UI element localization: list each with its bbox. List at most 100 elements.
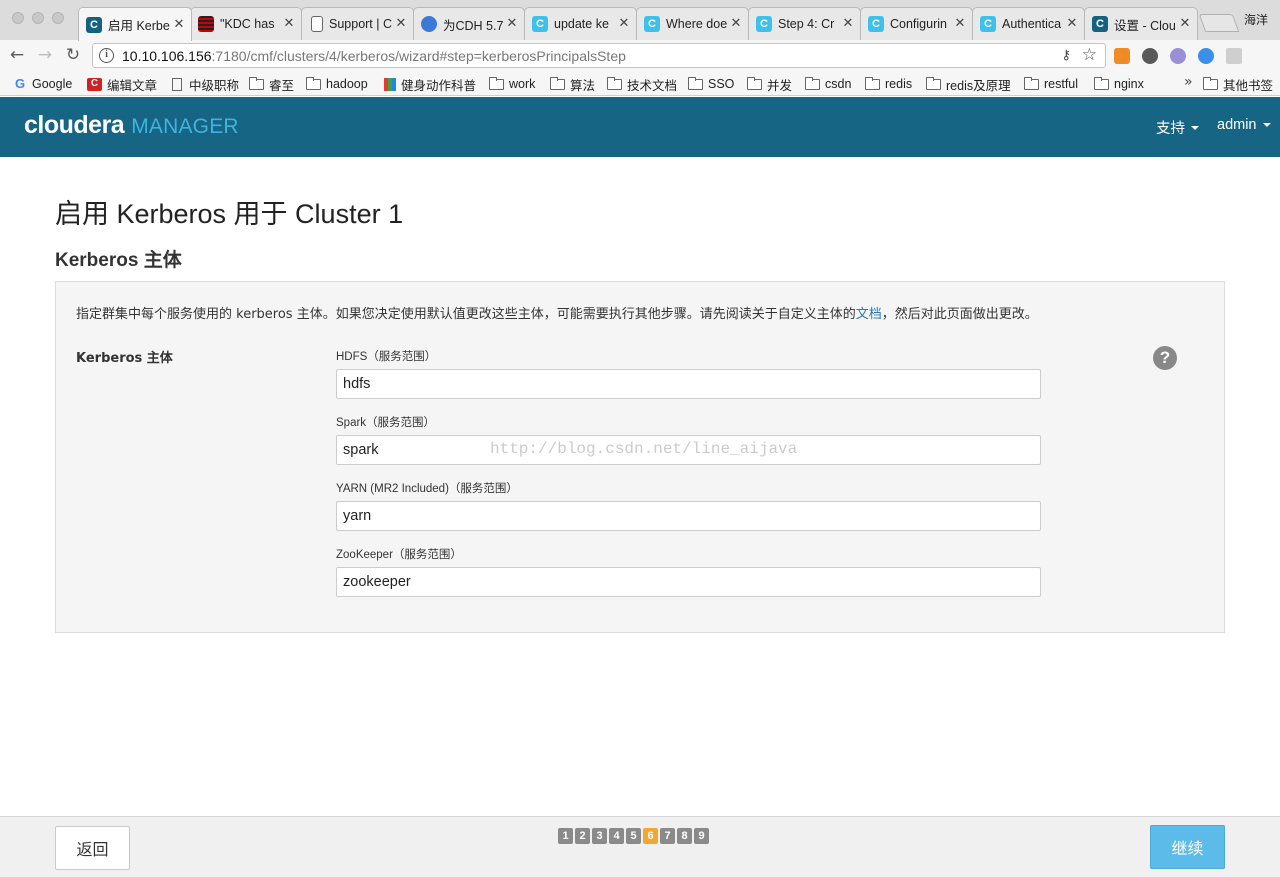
- cloudera-light-icon: C: [644, 16, 660, 32]
- cloudera-dark-icon: C: [1092, 16, 1108, 32]
- bookmark-folder[interactable]: hadoop: [306, 75, 368, 93]
- bookmark-label: 编辑文章: [107, 78, 158, 93]
- bookmark-label: SSO: [708, 77, 735, 91]
- hdfs-principal-input[interactable]: [336, 369, 1041, 399]
- browser-tab-step4[interactable]: C Step 4: Cr ✕: [748, 7, 861, 40]
- yarn-principal-input[interactable]: [336, 501, 1041, 531]
- bookmark-folder[interactable]: work: [489, 75, 535, 93]
- tab-title: "KDC has: [220, 17, 275, 31]
- browser-tab-where[interactable]: C Where doe ✕: [636, 7, 749, 40]
- back-arrow-icon[interactable]: ←: [6, 44, 28, 66]
- extension-icon[interactable]: [1114, 48, 1130, 64]
- tab-title: Where doe: [666, 17, 727, 31]
- back-button[interactable]: 返回: [55, 826, 130, 870]
- support-menu[interactable]: 支持: [1156, 117, 1199, 138]
- browser-tab-cdh[interactable]: 为CDH 5.7 ✕: [413, 7, 525, 40]
- tab-close-icon[interactable]: ✕: [1066, 17, 1078, 30]
- tab-close-icon[interactable]: ✕: [395, 17, 407, 30]
- spark-principal-input[interactable]: [336, 435, 1041, 465]
- documentation-link[interactable]: 文档: [856, 307, 882, 322]
- wizard-step[interactable]: 5: [626, 828, 641, 844]
- bookmark-folder[interactable]: csdn: [805, 75, 851, 93]
- bookmark-folder[interactable]: redis及原理: [926, 75, 1011, 93]
- browser-tab-update[interactable]: C update ke ✕: [524, 7, 637, 40]
- tab-close-icon[interactable]: ✕: [506, 17, 518, 30]
- window-zoom-button[interactable]: [52, 12, 64, 24]
- evernote-icon[interactable]: [1142, 48, 1158, 64]
- tab-title: Support | C: [329, 17, 392, 31]
- wizard-step[interactable]: 4: [609, 828, 624, 844]
- browser-tab-enable-kerberos[interactable]: C 启用 Kerberos ✕: [78, 7, 192, 41]
- forward-arrow-icon[interactable]: →: [34, 44, 56, 66]
- browser-tab-settings[interactable]: C 设置 - Clou ✕: [1084, 7, 1198, 40]
- profile-name[interactable]: 海洋: [1244, 11, 1268, 28]
- tab-close-icon[interactable]: ✕: [618, 17, 630, 30]
- bookmark-label: redis及原理: [946, 78, 1011, 93]
- csdn-icon: C: [87, 77, 102, 91]
- reload-icon[interactable]: ↻: [62, 44, 84, 66]
- bookmark-folder[interactable]: 并发: [747, 75, 792, 93]
- folder-icon: [805, 76, 820, 90]
- bookmark-title[interactable]: 中级职称: [170, 75, 239, 93]
- wizard-step[interactable]: 1: [558, 828, 573, 844]
- bookmark-label: 并发: [767, 78, 793, 93]
- bookmark-star-icon[interactable]: ☆: [1082, 45, 1097, 65]
- window-close-button[interactable]: [12, 12, 24, 24]
- intro-text-end: ，然后对此页面做出更改。: [881, 307, 1038, 322]
- tab-close-icon[interactable]: ✕: [1179, 17, 1191, 30]
- other-bookmarks[interactable]: 其他书签: [1203, 75, 1273, 93]
- bookmark-label: Google: [32, 77, 73, 91]
- bookmark-fitness[interactable]: 健身动作科普: [384, 75, 476, 93]
- bookmark-folder[interactable]: nginx: [1094, 75, 1144, 93]
- bookmark-folder[interactable]: 技术文档: [607, 75, 677, 93]
- wizard-step[interactable]: 3: [592, 828, 607, 844]
- tab-close-icon[interactable]: ✕: [283, 17, 295, 30]
- tab-title: Step 4: Cr: [778, 17, 835, 31]
- tab-close-icon[interactable]: ✕: [730, 17, 742, 30]
- cloudera-light-icon: C: [532, 16, 548, 32]
- extension-panel-icon[interactable]: [1226, 48, 1242, 64]
- bookmark-folder[interactable]: 睿至: [249, 75, 294, 93]
- yarn-field-label: YARN (MR2 Included)（服务范围）: [336, 483, 518, 495]
- cloudera-manager-logo[interactable]: cloudera MANAGER: [24, 111, 239, 140]
- bookmarks-overflow-icon[interactable]: »: [1184, 74, 1193, 90]
- window-minimize-button[interactable]: [32, 12, 44, 24]
- tab-close-icon[interactable]: ✕: [173, 18, 185, 31]
- cloudera-light-icon: C: [868, 16, 884, 32]
- zookeeper-principal-input[interactable]: [336, 567, 1041, 597]
- user-menu-label: admin: [1217, 117, 1257, 133]
- extension-x-icon[interactable]: [1198, 48, 1214, 64]
- bookmark-folder[interactable]: 算法: [550, 75, 595, 93]
- browser-tab-kdc[interactable]: "KDC has ✕: [190, 7, 302, 40]
- bookmark-label: work: [509, 77, 536, 91]
- wizard-step[interactable]: 7: [660, 828, 675, 844]
- bookmark-label: 其他书签: [1223, 78, 1274, 93]
- bookmark-label: nginx: [1114, 77, 1144, 91]
- wizard-step[interactable]: 2: [575, 828, 590, 844]
- bookmark-edit-article[interactable]: C 编辑文章: [87, 75, 157, 93]
- tab-close-icon[interactable]: ✕: [842, 17, 854, 30]
- bookmark-folder[interactable]: SSO: [688, 75, 734, 93]
- bookmark-folder[interactable]: restful: [1024, 75, 1078, 93]
- key-icon[interactable]: ⚷: [1061, 47, 1071, 63]
- new-tab-button[interactable]: [1198, 14, 1240, 32]
- help-icon[interactable]: ?: [1153, 346, 1177, 370]
- bookmark-label: 中级职称: [189, 78, 240, 93]
- bookmark-label: 技术文档: [627, 78, 678, 93]
- wizard-step-current[interactable]: 6: [643, 828, 658, 844]
- browser-tab-support[interactable]: Support | C ✕: [301, 7, 414, 40]
- continue-button[interactable]: 继续: [1150, 825, 1225, 869]
- address-bar[interactable]: i 10.10.106.156:7180/cmf/clusters/4/kerb…: [92, 43, 1106, 68]
- folder-icon: [249, 76, 264, 90]
- tab-close-icon[interactable]: ✕: [954, 17, 966, 30]
- extension-r-icon[interactable]: [1170, 48, 1186, 64]
- info-icon[interactable]: i: [99, 48, 114, 63]
- browser-tab-authentication[interactable]: C Authentica ✕: [972, 7, 1085, 40]
- user-menu[interactable]: admin: [1217, 117, 1271, 133]
- bookmark-google[interactable]: G Google: [13, 75, 72, 93]
- page-title: 启用 Kerberos 用于 Cluster 1: [55, 199, 404, 229]
- browser-tab-configuring[interactable]: C Configurin ✕: [860, 7, 973, 40]
- wizard-step[interactable]: 9: [694, 828, 709, 844]
- wizard-step[interactable]: 8: [677, 828, 692, 844]
- bookmark-folder[interactable]: redis: [865, 75, 912, 93]
